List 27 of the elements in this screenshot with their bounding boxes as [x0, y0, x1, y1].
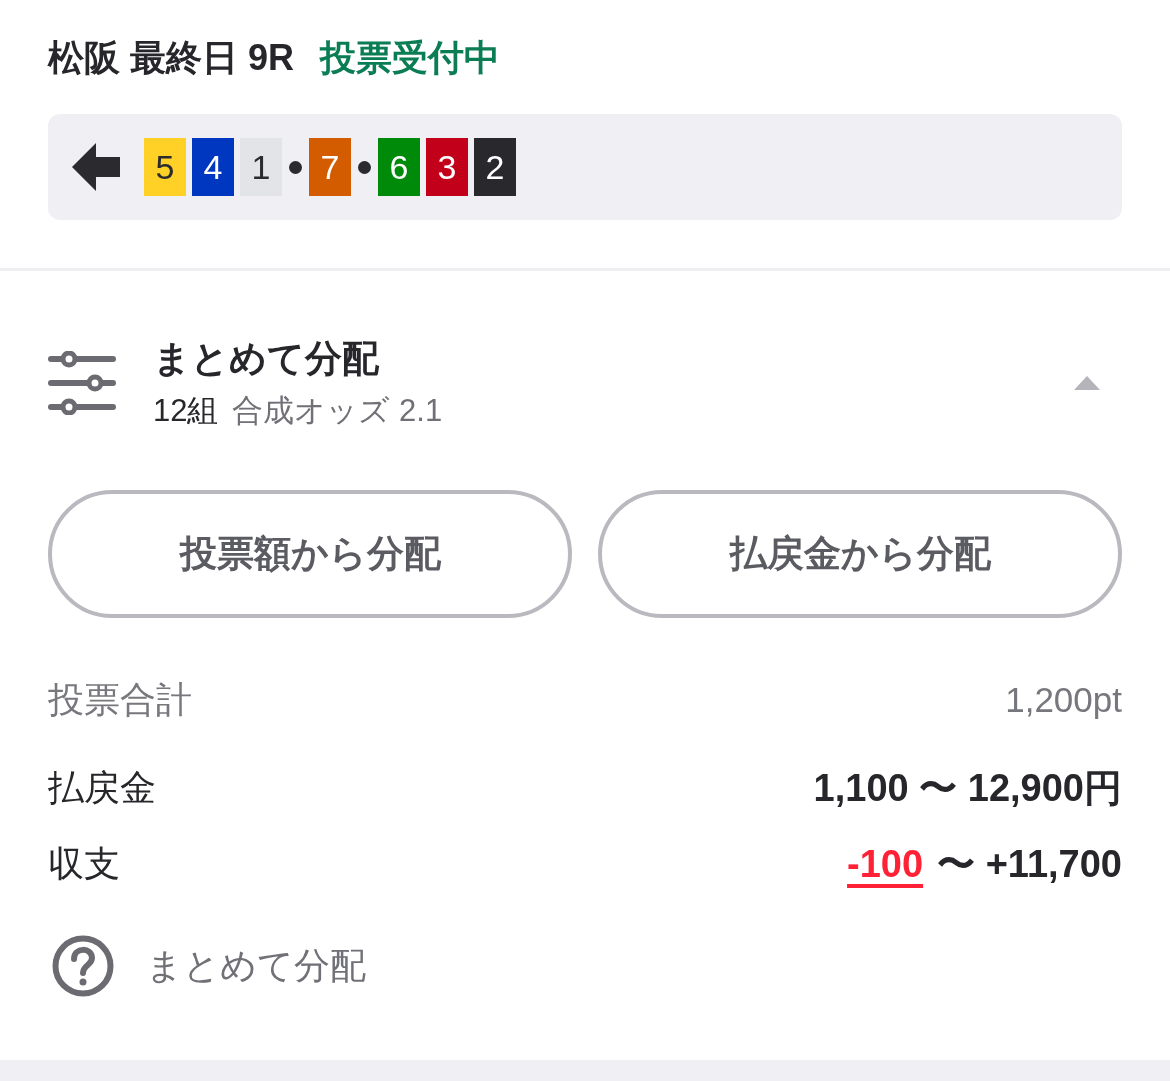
summary-label: 収支: [48, 841, 120, 886]
summary-label: 投票合計: [48, 677, 192, 722]
distribution-title: まとめて分配: [153, 337, 379, 381]
number-tile: 1: [240, 138, 282, 196]
distribute-button[interactable]: 払戻金から分配: [598, 490, 1122, 618]
race-title: 松阪 最終日 9R: [48, 35, 295, 80]
separator-dot-icon: [358, 160, 371, 174]
help-icon[interactable]: [52, 935, 114, 997]
number-tile: 7: [309, 138, 351, 196]
distribute-button[interactable]: 投票額から分配: [48, 490, 572, 618]
separator-dot-icon: [289, 160, 302, 174]
number-tile: 5: [144, 138, 186, 196]
help-link[interactable]: まとめて分配: [146, 941, 366, 991]
summary-value: 〜 +11,700: [937, 841, 1122, 887]
combined-odds: 合成オッズ 2.1: [232, 392, 443, 430]
number-tile: 4: [192, 138, 234, 196]
race-status: 投票受付中: [320, 35, 501, 80]
number-tile: 3: [426, 138, 468, 196]
summary-label: 払戻金: [48, 765, 156, 810]
summary-value: 1,100 〜 12,900円: [813, 765, 1122, 811]
sliders-icon: [48, 351, 116, 415]
number-tile: 6: [378, 138, 420, 196]
combination-count: 12組: [153, 392, 219, 430]
number-tile: 2: [474, 138, 516, 196]
summary-value: 1,200pt: [1005, 680, 1122, 720]
loss-link[interactable]: -100: [847, 842, 924, 886]
left-arrow-icon: [72, 143, 120, 191]
